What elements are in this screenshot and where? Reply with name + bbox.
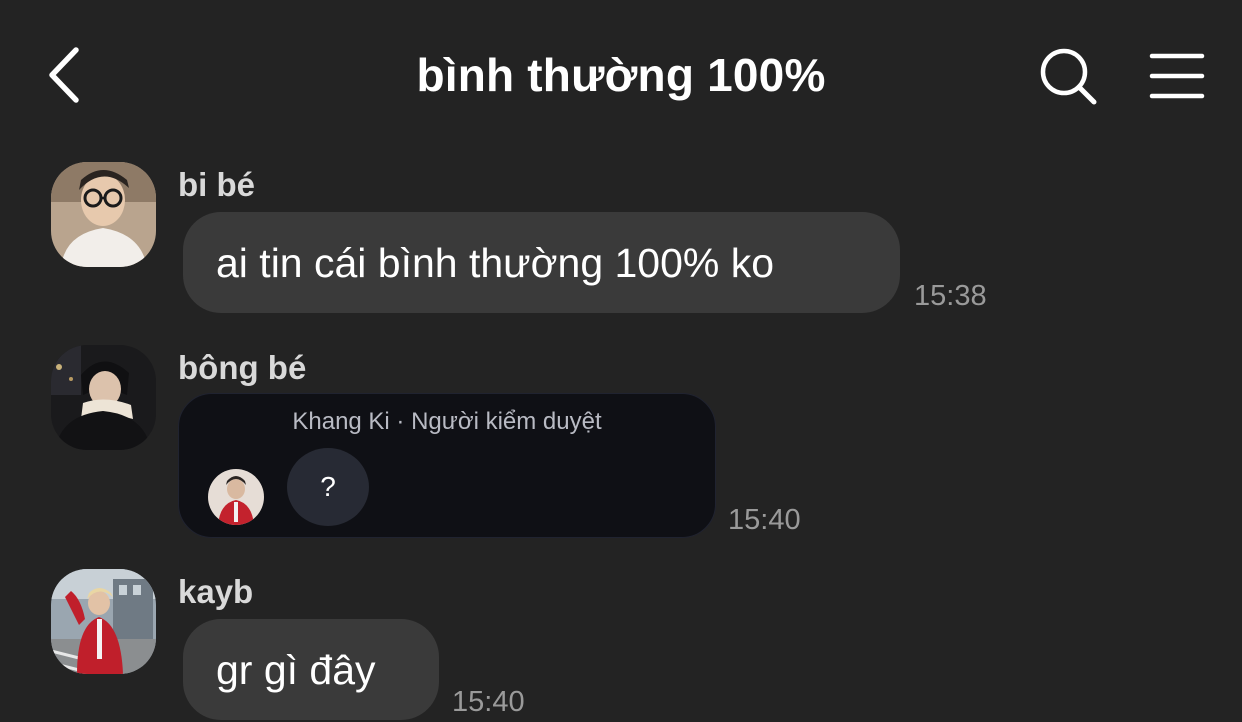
message-bubble[interactable]: ai tin cái bình thường 100% ko xyxy=(183,212,900,313)
chat-header: bình thường 100% xyxy=(0,0,1242,150)
search-icon xyxy=(1040,48,1097,105)
card-reply-bubble: ? xyxy=(287,448,369,526)
message-text: gr gì đây xyxy=(216,647,376,693)
card-header: Khang Ki · Người kiểm duyệt xyxy=(292,408,602,435)
sender-name: bi bé xyxy=(178,166,256,203)
avatar[interactable] xyxy=(51,162,156,267)
menu-button[interactable] xyxy=(1148,50,1206,102)
sender-name: bông bé xyxy=(178,349,307,386)
chat-screen: bình thường 100% bi bé ai tin cái bình t… xyxy=(0,0,1242,722)
message-timestamp: 15:40 xyxy=(452,686,525,718)
avatar[interactable] xyxy=(51,345,156,450)
message-timestamp: 15:40 xyxy=(728,504,801,536)
card-avatar xyxy=(208,469,264,525)
message-text: ai tin cái bình thường 100% ko xyxy=(216,240,775,286)
avatar[interactable] xyxy=(51,569,156,674)
search-button[interactable] xyxy=(1038,46,1100,108)
message-bubble[interactable]: gr gì đây xyxy=(183,619,439,720)
sender-name: kayb xyxy=(178,573,254,610)
hamburger-menu-icon xyxy=(1149,53,1205,99)
message-timestamp: 15:38 xyxy=(914,280,987,312)
shared-message-card[interactable]: Khang Ki · Người kiểm duyệt ? xyxy=(178,393,716,538)
